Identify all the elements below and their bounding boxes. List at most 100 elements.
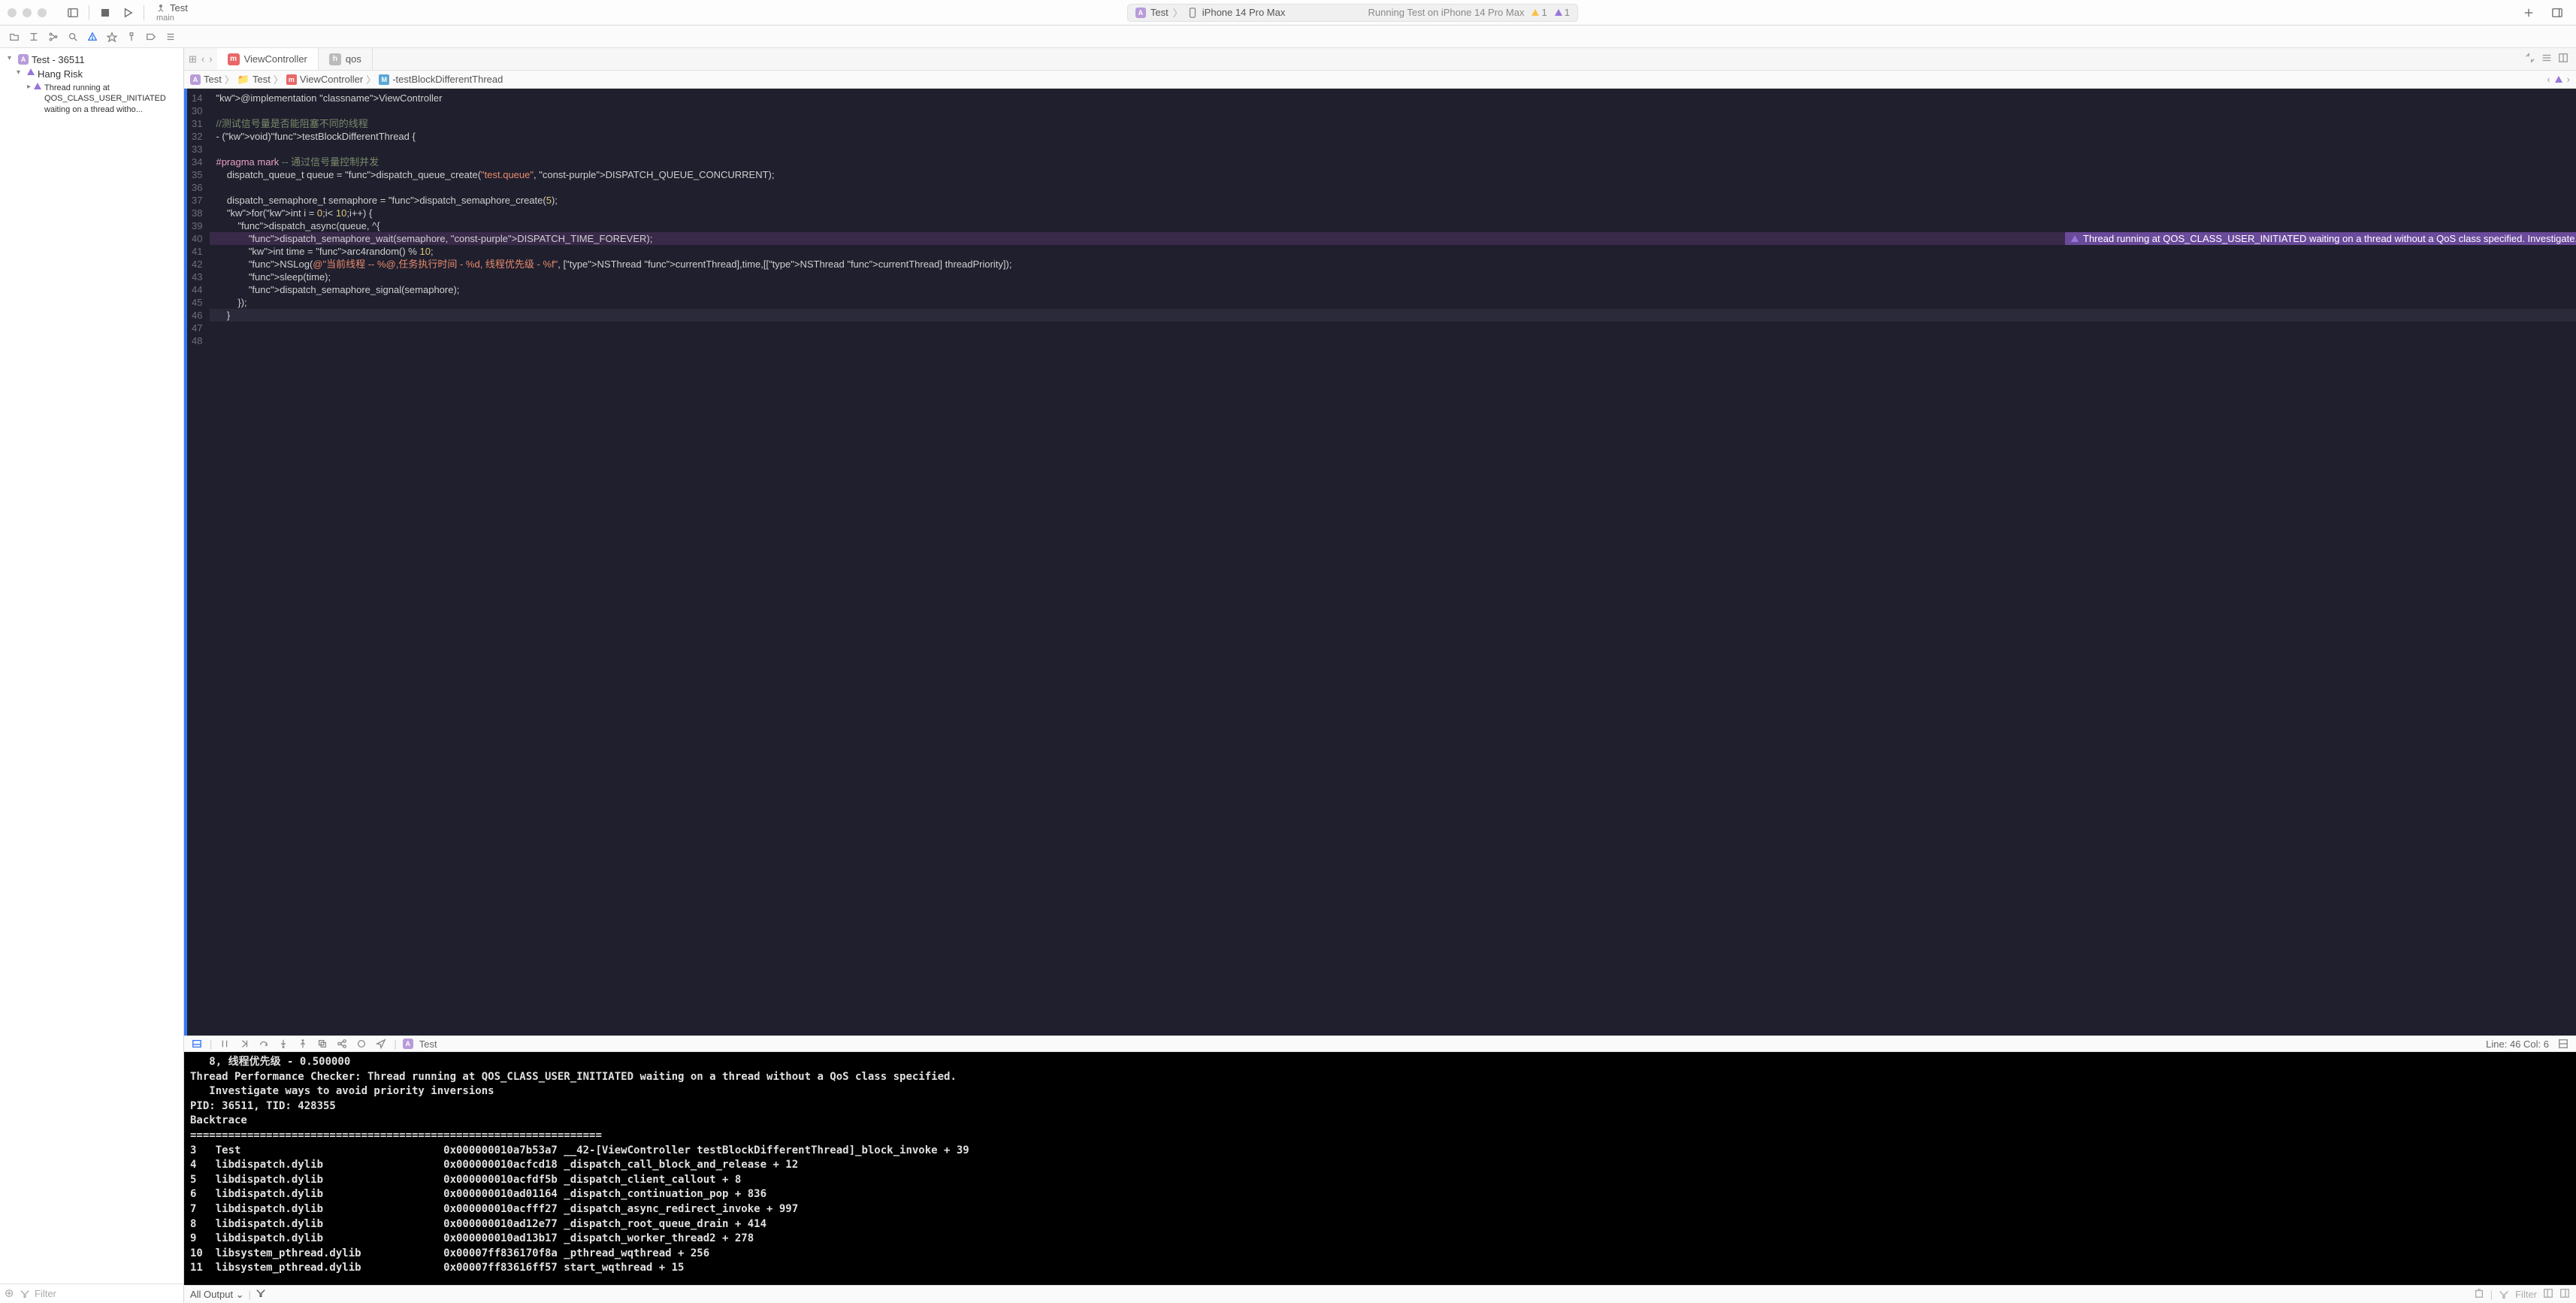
sidebar-toggle-icon[interactable] (65, 5, 81, 21)
runtime-issue-icon (27, 68, 35, 75)
grid-icon[interactable]: ⊞ (189, 53, 197, 65)
code-content[interactable]: "kw">@implementation "classname">ViewCon… (210, 89, 2576, 1035)
chevron-down-icon: ▾ (17, 68, 24, 77)
console-output-selector[interactable]: All Output ⌄ (190, 1289, 244, 1301)
console-layout-right-icon[interactable] (2559, 1288, 2570, 1301)
editor-tabs: ⊞ ‹ › m ViewController h qos (184, 48, 2576, 71)
jump-bar: ATest 〉 📁Test 〉 mViewController 〉 M-test… (184, 71, 2576, 89)
tab-nav-arrows: ⊞ ‹ › (184, 48, 217, 70)
zoom-window[interactable] (38, 8, 47, 17)
toggle-debug-area-icon[interactable] (190, 1037, 204, 1051)
issue-tree: ▾ A Test - 36511 ▾ Hang Risk ▸ Thread ru… (0, 48, 183, 121)
stop-button[interactable] (97, 5, 113, 21)
status-app-name: Test (1150, 7, 1169, 18)
tree-group[interactable]: ▾ Hang Risk (3, 67, 180, 81)
debug-target-label[interactable]: Test (419, 1038, 437, 1050)
adjust-editor-icon[interactable] (2525, 53, 2535, 65)
filter-funnel-icon (20, 1289, 30, 1299)
minimize-window[interactable] (23, 8, 32, 17)
tree-root[interactable]: ▾ A Test - 36511 (3, 53, 180, 67)
jump-folder[interactable]: 📁Test (237, 74, 271, 86)
app-icon: A (1135, 8, 1146, 18)
filter-icon (5, 1289, 15, 1299)
environment-overrides-icon[interactable] (355, 1037, 368, 1051)
test-navigator-icon[interactable] (104, 29, 120, 45)
debug-console[interactable]: 8, 线程优先级 - 0.500000 Thread Performance C… (184, 1052, 2576, 1285)
filter-funnel-icon (2499, 1289, 2509, 1300)
symbol-navigator-icon[interactable] (45, 29, 62, 45)
runtime-issue-icon (2555, 76, 2562, 83)
window-controls (8, 8, 47, 17)
location-icon[interactable] (374, 1037, 388, 1051)
debug-memory-graph-icon[interactable] (335, 1037, 349, 1051)
find-navigator-icon[interactable] (65, 29, 81, 45)
jump-file[interactable]: mViewController (286, 74, 363, 85)
main-area: ▾ A Test - 36511 ▾ Hang Risk ▸ Thread ru… (0, 48, 2576, 1303)
editor-split-icon[interactable] (2556, 1037, 2570, 1051)
library-icon[interactable] (2549, 5, 2565, 21)
tree-issue-item[interactable]: ▸ Thread running at QOS_CLASS_USER_INITI… (3, 81, 180, 116)
next-issue-icon[interactable]: › (2567, 74, 2570, 85)
tab-viewcontroller[interactable]: m ViewController (217, 48, 319, 70)
run-button[interactable] (119, 5, 136, 21)
console-filter-input[interactable]: Filter (2515, 1289, 2537, 1300)
scheme-selector[interactable]: Test main (156, 2, 188, 23)
method-icon: M (379, 74, 389, 85)
navigator-filter-bar: Filter (0, 1283, 183, 1303)
jump-method[interactable]: M-testBlockDifferentThread (379, 74, 503, 85)
folder-icon: 📁 (237, 74, 249, 86)
close-window[interactable] (8, 8, 17, 17)
clear-console-icon[interactable] (2474, 1288, 2484, 1301)
navigator-filter-placeholder[interactable]: Filter (35, 1288, 56, 1299)
step-over-icon[interactable] (257, 1037, 271, 1051)
code-editor[interactable]: 1430313233343536373839404142434445464748… (184, 89, 2576, 1035)
step-into-icon[interactable] (277, 1037, 290, 1051)
debug-view-hierarchy-icon[interactable] (316, 1037, 329, 1051)
console-filter-bar: All Output ⌄ | | Filter (184, 1285, 2576, 1303)
console-filter-icon[interactable] (255, 1288, 266, 1301)
objc-m-file-icon: m (228, 53, 240, 65)
tab-label: qos (346, 53, 361, 65)
tree-root-label: Test - 36511 (32, 54, 85, 65)
runtime-issue-icon (1555, 9, 1562, 16)
report-navigator-icon[interactable] (162, 29, 179, 45)
editor-layout-icon[interactable] (2541, 53, 2552, 65)
activity-status[interactable]: A Test 〉 iPhone 14 Pro Max Running Test … (1127, 4, 1578, 22)
split-editor-icon[interactable] (2558, 53, 2568, 65)
tab-label: ViewController (244, 53, 307, 65)
runtime-issue-icon (34, 83, 41, 89)
branch-name: main (156, 14, 188, 23)
breakpoint-navigator-icon[interactable] (143, 29, 159, 45)
continue-icon[interactable] (237, 1037, 251, 1051)
issue-navigator: ▾ A Test - 36511 ▾ Hang Risk ▸ Thread ru… (0, 48, 184, 1303)
status-device: iPhone 14 Pro Max (1202, 7, 1286, 18)
jump-root[interactable]: ATest (190, 74, 222, 85)
warning-badge[interactable]: 1 (1531, 7, 1547, 18)
tab-qos[interactable]: h qos (319, 48, 373, 70)
runtime-issue-badge[interactable]: 1 (1555, 7, 1570, 18)
header-file-icon: h (329, 53, 341, 65)
chevron-down-icon: ▾ (8, 54, 15, 62)
source-control-navigator-icon[interactable] (26, 29, 42, 45)
console-layout-left-icon[interactable] (2543, 1288, 2553, 1301)
scheme-name: Test (170, 2, 188, 14)
issue-navigator-icon[interactable] (84, 29, 101, 45)
step-out-icon[interactable] (296, 1037, 310, 1051)
add-editor-icon[interactable] (2520, 5, 2537, 21)
prev-issue-icon[interactable]: ‹ (2547, 74, 2550, 85)
tree-issue-label: Thread running at QOS_CLASS_USER_INITIAT… (44, 83, 176, 115)
editor-area: ⊞ ‹ › m ViewController h qos ATest 〉 📁Te… (184, 48, 2576, 1303)
warning-icon (1531, 9, 1539, 16)
forward-button[interactable]: › (209, 53, 212, 65)
editor-options (2517, 48, 2576, 70)
app-icon: A (18, 54, 29, 65)
line-gutter: 1430313233343536373839404142434445464748 (187, 89, 210, 1035)
back-button[interactable]: ‹ (201, 53, 204, 65)
debug-navigator-icon[interactable] (123, 29, 140, 45)
pause-debug-icon[interactable] (218, 1037, 231, 1051)
app-icon: A (190, 74, 201, 85)
chevron-right-icon: ▸ (27, 83, 31, 91)
inline-issue-banner[interactable]: Thread running at QOS_CLASS_USER_INITIAT… (2065, 232, 2576, 245)
project-navigator-icon[interactable] (6, 29, 23, 45)
cursor-position: Line: 46 Col: 6 (2486, 1038, 2549, 1050)
